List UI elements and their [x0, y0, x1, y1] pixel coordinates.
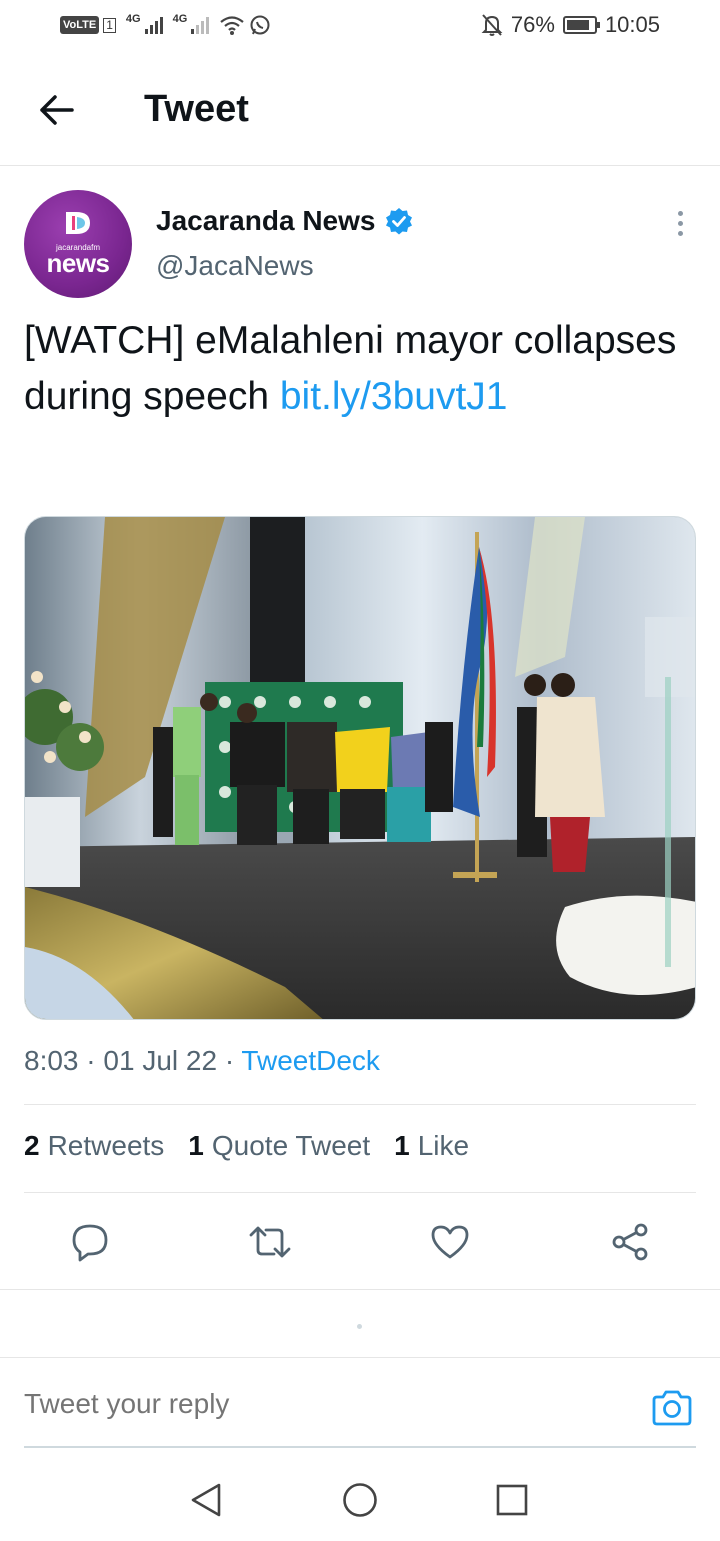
share-button[interactable]: [608, 1220, 652, 1264]
sim-indicator: 1: [103, 17, 116, 33]
signal-icon: [144, 16, 163, 34]
likes-stat[interactable]: 1 Like: [394, 1130, 469, 1162]
retweet-button[interactable]: [248, 1220, 292, 1264]
mute-icon: [481, 14, 503, 36]
avatar-word: news: [46, 248, 110, 278]
page-title: Tweet: [144, 88, 249, 130]
likes-count: 1: [394, 1130, 410, 1161]
divider: [24, 1192, 696, 1193]
quotes-stat[interactable]: 1 Quote Tweet: [188, 1130, 370, 1162]
retweets-stat[interactable]: 2 Retweets: [24, 1130, 164, 1162]
more-dot-icon: [677, 230, 683, 236]
quotes-label: Quote Tweet: [211, 1130, 371, 1161]
share-icon: [612, 1223, 648, 1261]
author-name-label: Jacaranda News: [156, 205, 376, 236]
reply-underline: [24, 1446, 696, 1448]
verified-badge-icon: [386, 208, 413, 235]
wifi-icon: [220, 16, 244, 35]
nav-home-button[interactable]: [338, 1478, 382, 1522]
more-dot-icon: [677, 220, 683, 226]
network-type-2: 4G: [172, 13, 188, 25]
nav-back-button[interactable]: [184, 1478, 228, 1522]
nav-recents-button[interactable]: [490, 1478, 534, 1522]
jacaranda-logo-icon: [66, 212, 90, 234]
network-type-1: 4G: [125, 13, 141, 25]
reply-icon: [72, 1224, 108, 1262]
quotes-count: 1: [188, 1130, 204, 1161]
retweets-count: 2: [24, 1130, 40, 1161]
battery-icon: [562, 16, 600, 34]
reply-input[interactable]: [24, 1388, 624, 1420]
nav-back-icon: [191, 1483, 221, 1517]
likes-label: Like: [417, 1130, 470, 1161]
status-left: VoLTE 1 4G 4G: [60, 13, 271, 36]
photo-illustration: [25, 517, 695, 1019]
author-name[interactable]: Jacaranda News: [156, 205, 413, 237]
divider: [24, 1104, 696, 1105]
author-handle[interactable]: @JacaNews: [156, 250, 314, 282]
nav-recents-icon: [496, 1484, 528, 1516]
more-options-button[interactable]: [666, 206, 694, 240]
tweet-source-link[interactable]: TweetDeck: [241, 1045, 380, 1076]
retweet-icon: [249, 1226, 291, 1258]
volte-indicator: VoLTE: [60, 16, 100, 34]
more-dot-icon: [677, 210, 683, 216]
tweet-meta: 8:03 · 01 Jul 22 · TweetDeck: [24, 1045, 380, 1077]
tweet-date: 01 Jul 22: [103, 1045, 218, 1076]
status-bar: VoLTE 1 4G 4G 76% 10:05: [0, 0, 720, 54]
signal-icon-2: [191, 16, 210, 34]
tweet-stats: 2 Retweets 1 Quote Tweet 1 Like: [24, 1130, 469, 1162]
nav-home-icon: [343, 1483, 377, 1517]
system-nav-bar: [0, 1460, 720, 1541]
divider: [0, 1357, 720, 1358]
tweet-text: [WATCH] eMalahleni mayor collapses durin…: [24, 313, 696, 425]
meta-separator: ·: [86, 1045, 104, 1076]
camera-icon: [652, 1390, 692, 1426]
back-button[interactable]: [32, 86, 80, 134]
divider: [0, 1289, 720, 1290]
top-app-bar: Tweet: [0, 54, 720, 166]
tweet-media-photo[interactable]: [24, 516, 696, 1020]
loading-dot: [357, 1324, 362, 1329]
status-right: 76% 10:05: [481, 12, 660, 38]
avatar[interactable]: jacarandafm news: [24, 190, 132, 298]
camera-button[interactable]: [648, 1386, 696, 1430]
battery-percent: 76%: [510, 12, 555, 37]
tweet-link[interactable]: bit.ly/3buvtJ1: [280, 375, 508, 418]
clock: 10:05: [604, 12, 660, 37]
like-icon: [431, 1225, 469, 1259]
like-button[interactable]: [428, 1220, 472, 1264]
reply-button[interactable]: [68, 1220, 112, 1264]
meta-separator: ·: [224, 1045, 242, 1076]
tweet-actions: [0, 1212, 720, 1272]
whatsapp-icon: [250, 15, 270, 35]
tweet-time: 8:03: [24, 1045, 79, 1076]
back-arrow-icon: [40, 95, 74, 125]
retweets-label: Retweets: [47, 1130, 165, 1161]
